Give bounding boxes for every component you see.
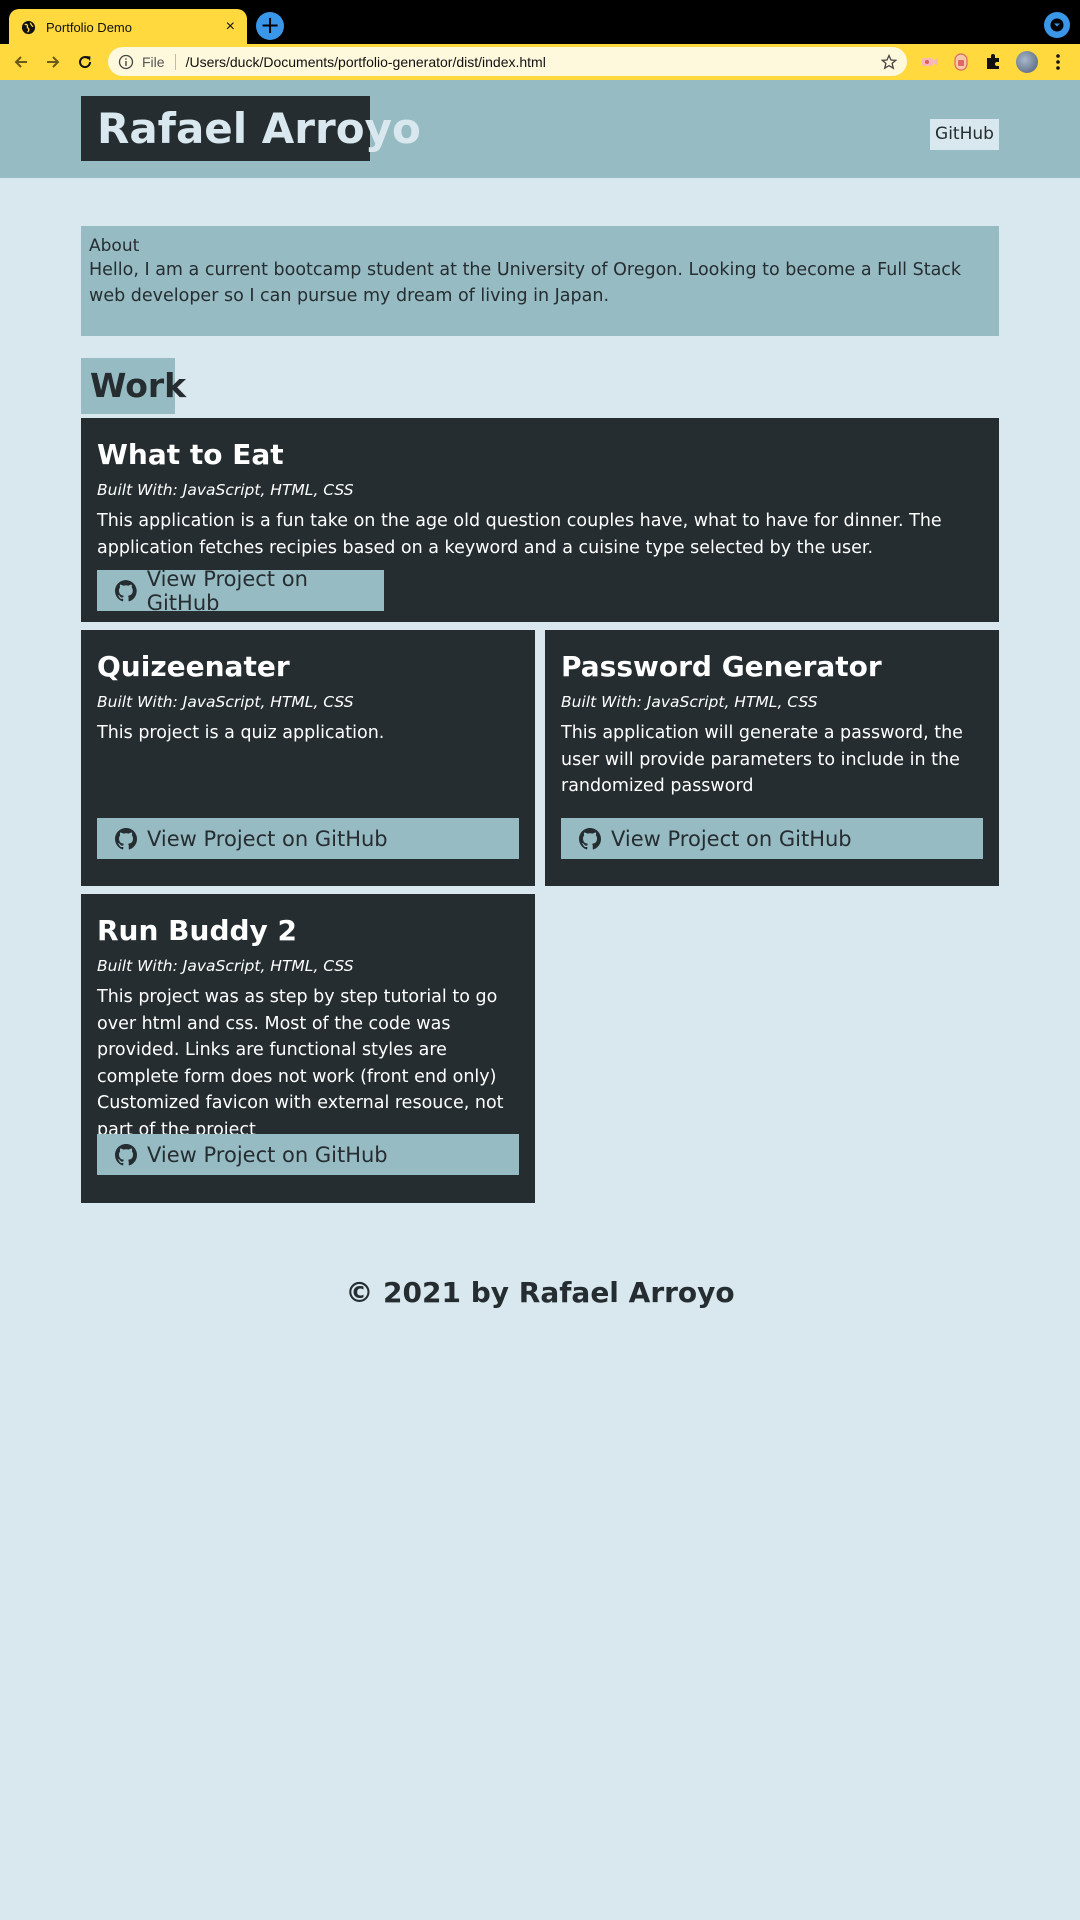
extension-shield-icon[interactable] xyxy=(951,52,971,72)
github-icon xyxy=(115,1143,137,1165)
tab-search-button[interactable] xyxy=(1044,12,1070,38)
extension-camera-icon[interactable] xyxy=(920,52,940,72)
more-vert-icon xyxy=(1056,54,1060,70)
browser-tab-strip: Portfolio Demo × + xyxy=(0,0,1080,45)
omnibox-divider xyxy=(174,53,176,70)
view-project-github-button[interactable]: View Project on GitHub xyxy=(97,567,384,615)
info-icon[interactable] xyxy=(118,54,134,70)
project-title: Quizeenater xyxy=(97,650,290,683)
tab-close-icon[interactable]: × xyxy=(226,19,235,35)
project-description: This project was as step by step tutoria… xyxy=(97,987,504,1140)
extensions-puzzle-icon[interactable] xyxy=(983,52,1003,72)
project-description: This application will generate a passwor… xyxy=(561,723,963,796)
project-description: This application is a fun take on the ag… xyxy=(97,511,942,558)
project-built-with: Built With: JavaScript, HTML, CSS xyxy=(561,693,818,711)
button-label: View Project on GitHub xyxy=(146,566,308,615)
site-footer: © 2021 by Rafael Arroyo xyxy=(345,1276,735,1309)
work-heading: Work xyxy=(81,358,186,414)
project-built-with: Built With: JavaScript, HTML, CSS xyxy=(97,957,354,975)
browser-menu-button[interactable] xyxy=(1050,50,1066,74)
github-nav-link[interactable]: GitHub xyxy=(930,119,999,150)
button-label: View Project on GitHub xyxy=(147,1142,388,1167)
back-button[interactable] xyxy=(8,49,34,75)
star-icon[interactable] xyxy=(881,53,897,70)
address-bar[interactable]: File /Users/duck/Documents/portfolio-gen… xyxy=(108,47,907,76)
github-icon xyxy=(115,579,137,601)
project-title: Run Buddy 2 xyxy=(97,914,298,947)
project-title: Password Generator xyxy=(561,650,882,683)
project-card: Password Generator Built With: JavaScrip… xyxy=(545,630,999,886)
project-built-with: Built With: JavaScript, HTML, CSS xyxy=(97,481,354,499)
reload-button[interactable] xyxy=(72,49,98,75)
button-label: View Project on GitHub xyxy=(611,826,852,851)
forward-button[interactable] xyxy=(40,49,66,75)
project-built-with: Built With: JavaScript, HTML, CSS xyxy=(97,693,354,711)
site-title[interactable]: Rafael Arroyo xyxy=(81,96,421,161)
site-header: Rafael Arroyo GitHub xyxy=(0,80,1080,178)
profile-avatar[interactable] xyxy=(1016,51,1038,73)
github-icon xyxy=(115,827,137,849)
browser-toolbar: File /Users/duck/Documents/portfolio-gen… xyxy=(0,44,1080,80)
tab-title: Portfolio Demo xyxy=(46,19,132,35)
reload-icon xyxy=(79,56,92,69)
project-description: This project is a quiz application. xyxy=(97,723,385,743)
about-section: About Hello, I am a current bootcamp stu… xyxy=(81,226,999,336)
arrow-right-icon xyxy=(47,56,60,68)
button-label: View Project on GitHub xyxy=(147,826,388,851)
view-project-github-button[interactable]: View Project on GitHub xyxy=(97,1134,519,1175)
project-card: Quizeenater Built With: JavaScript, HTML… xyxy=(81,630,535,886)
view-project-github-button[interactable]: View Project on GitHub xyxy=(561,818,983,859)
view-project-github-button[interactable]: View Project on GitHub xyxy=(97,818,519,859)
chevron-down-icon xyxy=(1050,18,1064,32)
project-title: What to Eat xyxy=(97,438,284,471)
globe-icon xyxy=(21,20,36,34)
about-text: Hello, I am a current bootcamp student a… xyxy=(89,260,962,306)
url-scheme-label: File xyxy=(142,53,165,70)
project-card: Run Buddy 2 Built With: JavaScript, HTML… xyxy=(81,894,535,1203)
url-text[interactable]: /Users/duck/Documents/portfolio-generato… xyxy=(186,54,881,70)
github-icon xyxy=(579,827,601,849)
browser-tab[interactable]: Portfolio Demo × xyxy=(9,9,247,45)
arrow-left-icon xyxy=(14,56,27,68)
about-heading: About xyxy=(89,236,140,256)
new-tab-button[interactable]: + xyxy=(256,12,284,40)
project-card-featured: What to Eat Built With: JavaScript, HTML… xyxy=(81,418,999,622)
